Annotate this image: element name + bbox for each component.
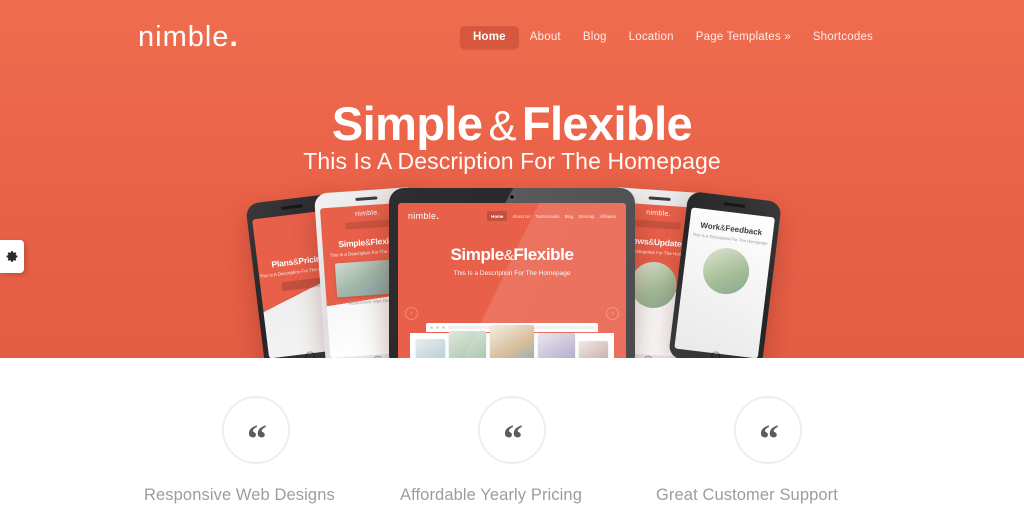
quote-glyph-icon: “ [247,416,267,461]
toolbar-dot-icon [436,326,439,329]
pr2-circle-thumb [700,245,752,297]
gear-icon [6,251,17,262]
tablet-nav-blog: Blog [564,213,574,219]
feature-card-responsive: “ Responsive Web Designs Nulla ornare, n… [128,396,384,505]
site-logo[interactable]: nimble. [132,22,239,52]
tablet-title: Simple&Flexible [398,245,626,265]
logo-text: nimble [138,21,230,53]
nav-item-home[interactable]: Home [460,25,519,49]
tablet-next-arrow-icon: › [606,307,619,320]
feature-title: Responsive Web Designs [144,486,335,504]
tablet-screen: nimble. Home About Us Testimonials Blog … [398,203,626,358]
feature-card-pricing: “ Affordable Yearly Pricing Maecenas lac… [384,396,640,505]
site-header: nimble. Home About Blog Location Page Te… [0,0,1024,74]
logo-dot: . [229,20,239,53]
phone-right-outer-screen: Work&Feedback This Is a Description For … [674,207,775,358]
screenshot-thumb [579,341,608,358]
tablet-screenshot-row [410,325,614,358]
tablet-nav-about-us: About Us [512,213,531,219]
phone-home-button [710,350,721,358]
feature-title: Affordable Yearly Pricing [400,486,582,504]
quote-glyph-icon: “ [759,416,779,461]
pl1-nav-strip [345,219,392,230]
tablet-nav-home: Home [487,211,508,221]
toolbar-dot-icon [430,326,433,329]
screenshot-thumb [416,339,445,358]
quote-glyph-icon: “ [503,416,523,461]
pl1-logo-dot: . [377,209,380,217]
feature-title: Great Customer Support [656,486,838,504]
phone-speaker-icon [355,196,378,201]
nav-item-page-templates[interactable]: Page Templates » [685,25,802,49]
hero-subtitle: This Is A Description For The Homepage [303,148,721,174]
hero-title-ampersand: & [488,102,516,149]
quote-circle-icon: “ [222,396,290,464]
screenshot-thumb [490,325,534,358]
pl2-title-part1: Plans [270,256,294,270]
phone-speaker-icon [648,196,671,201]
quote-circle-icon: “ [478,396,546,464]
pr2-title-part1: Work [699,220,721,232]
settings-tab-button[interactable] [0,240,24,273]
features-section: “ Responsive Web Designs Nulla ornare, n… [0,358,1024,505]
tablet-title-part2: Flexible [513,245,574,264]
pr1-circle-thumb [629,260,679,310]
nav-item-shortcodes[interactable]: Shortcodes [802,25,884,49]
device-phone-right-outer: Work&Feedback This Is a Description For … [668,190,782,358]
tablet-logo-text: nimble [408,211,437,221]
pr1-nav-strip [634,219,681,230]
nav-item-location[interactable]: Location [618,25,685,49]
pr2-title-part2: Feedback [724,223,763,238]
screenshot-thumb [448,331,486,358]
tablet-navigation: Home About Us Testimonials Blog Sitemap … [487,211,616,221]
hero-title-part2: Flexible [521,97,693,150]
tablet-subtitle: This Is a Description For The Homepage [453,270,571,277]
tablet-title-part1: Simple [450,245,504,264]
tablet-camera-icon [510,195,514,199]
pl2-package-button [281,277,322,292]
pl1-title-part1: Simple [338,237,366,250]
phone-speaker-icon [280,204,303,210]
pr1-logo-dot: . [668,210,672,219]
tablet-logo: nimble. [408,211,439,221]
pr1-logo: nimble [646,209,669,218]
tablet-logo-dot: . [436,211,440,221]
hero-section: nimble. Home About Blog Location Page Te… [0,0,1024,358]
hero-title-part1: Simple [331,97,483,150]
pl1-logo: nimble [354,209,378,219]
tablet-title-amp: & [503,247,514,264]
device-showcase: Plans&Pricing This Is A Description For … [0,186,1024,358]
quote-circle-icon: “ [734,396,802,464]
screenshot-thumb [538,333,576,358]
hero-title: Simple & Flexible [0,100,1024,147]
device-tablet: nimble. Home About Us Testimonials Blog … [389,188,635,358]
tablet-prev-arrow-icon: ‹ [405,307,418,320]
feature-card-support: “ Great Customer Support Nulla ornare, n… [640,396,896,505]
nav-item-blog[interactable]: Blog [572,25,618,49]
tablet-nav-affiliates: Affiliates [599,213,616,219]
main-navigation: Home About Blog Location Page Templates … [460,25,892,49]
tablet-nav-sitemap: Sitemap [578,213,595,219]
page-root: nimble. Home About Blog Location Page Te… [0,0,1024,505]
tablet-nav-testimonials: Testimonials [535,213,560,219]
nav-item-about[interactable]: About [519,25,572,49]
toolbar-dot-icon [442,326,445,329]
phone-speaker-icon [723,202,746,208]
